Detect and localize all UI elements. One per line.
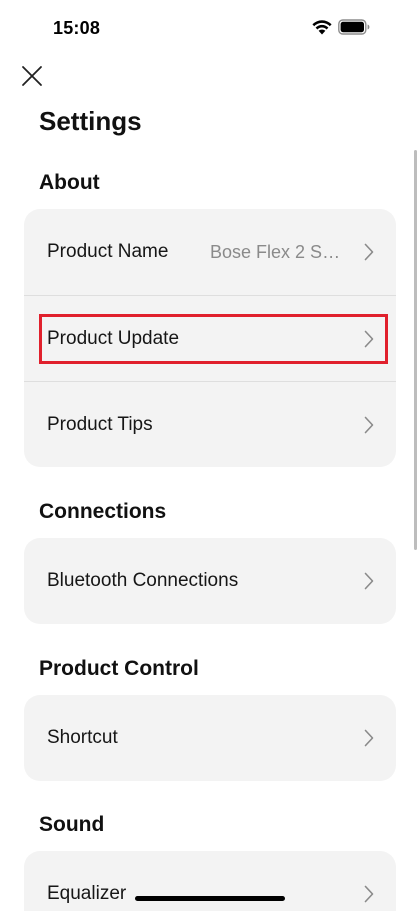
connections-card: Bluetooth Connections <box>24 538 396 624</box>
equalizer-row[interactable]: Equalizer <box>24 851 396 911</box>
status-bar: 15:08 <box>0 0 420 56</box>
scrollbar[interactable] <box>414 150 417 550</box>
chevron-right-icon <box>364 572 374 590</box>
bluetooth-connections-row[interactable]: Bluetooth Connections <box>24 538 396 624</box>
chevron-right-icon <box>364 729 374 747</box>
chevron-right-icon <box>364 330 374 347</box>
chevron-right-icon <box>364 416 374 433</box>
product-update-label: Product Update <box>47 327 180 349</box>
about-card: Product Name Bose Flex 2 SoundLink Produ… <box>24 209 396 467</box>
section-title-connections: Connections <box>39 500 167 523</box>
shortcut-row[interactable]: Shortcut <box>24 695 396 781</box>
home-indicator[interactable] <box>135 896 285 901</box>
equalizer-label: Equalizer <box>47 883 127 904</box>
close-icon[interactable] <box>18 62 46 90</box>
product-tips-row[interactable]: Product Tips <box>24 381 396 467</box>
settings-screen: 15:08 Settings About Product Name Bose F… <box>0 0 420 911</box>
section-title-product-control: Product Control <box>39 657 199 680</box>
section-title-sound: Sound <box>39 813 105 836</box>
chevron-right-icon <box>364 885 374 903</box>
product-tips-label: Product Tips <box>47 413 153 435</box>
bluetooth-connections-label: Bluetooth Connections <box>47 570 239 591</box>
chevron-right-icon <box>364 243 374 261</box>
status-time: 15:08 <box>53 18 101 38</box>
product-name-row[interactable]: Product Name Bose Flex 2 SoundLink <box>24 209 396 295</box>
product-name-value: Bose Flex 2 SoundLink <box>210 241 350 262</box>
section-title-about: About <box>39 171 100 194</box>
product-name-label: Product Name <box>47 241 169 262</box>
battery-icon <box>338 19 370 35</box>
product-update-row[interactable]: Product Update <box>24 295 396 381</box>
product-control-card: Shortcut <box>24 695 396 781</box>
shortcut-label: Shortcut <box>47 727 118 748</box>
sound-card: Equalizer <box>24 851 396 911</box>
page-title: Settings <box>39 106 142 136</box>
wifi-icon <box>312 20 332 35</box>
